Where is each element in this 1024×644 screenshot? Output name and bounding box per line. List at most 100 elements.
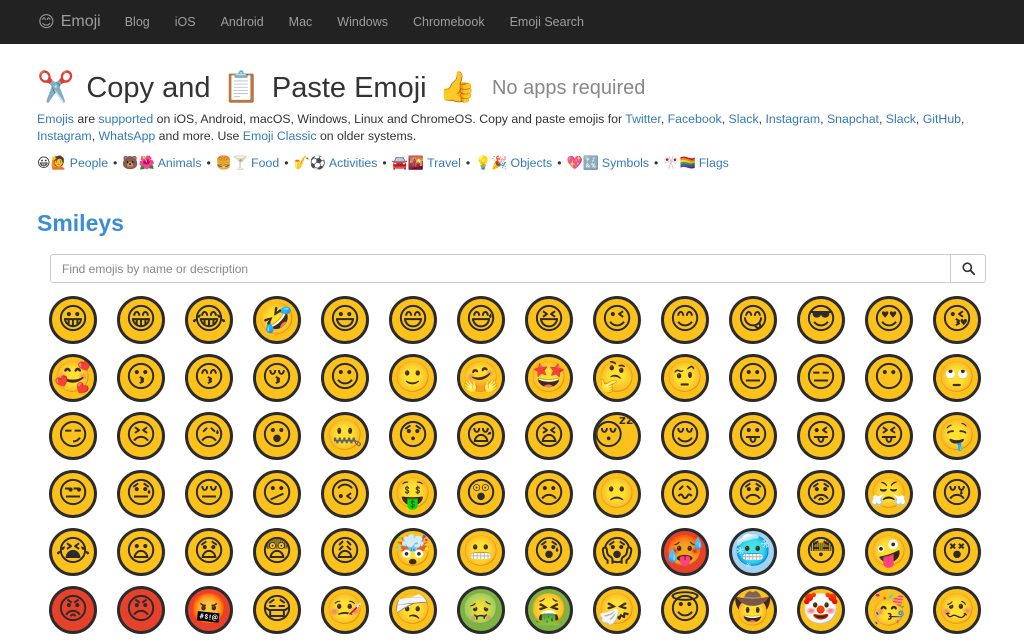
- link-instagram-2[interactable]: Instagram: [37, 129, 92, 143]
- nav-mac[interactable]: Mac: [289, 15, 313, 29]
- emoji-overheated-face[interactable]: 🥵: [651, 528, 719, 586]
- category-link[interactable]: Travel: [427, 156, 461, 170]
- emoji-face-with-stuck-out-tongue-and-tightly-closed-eyes[interactable]: 😝: [855, 412, 923, 470]
- emoji-smiling-face-with-sunglasses[interactable]: 😎: [787, 296, 855, 354]
- link-slack[interactable]: Slack: [729, 112, 759, 126]
- category-food[interactable]: 🍔🍸 Food: [216, 155, 279, 171]
- category-people[interactable]: 😀🙋 People: [37, 155, 108, 171]
- emoji-loudly-crying-face[interactable]: 😭: [39, 528, 107, 586]
- emoji-confused-face[interactable]: 😕: [243, 470, 311, 528]
- emoji-unamused-face[interactable]: 😒: [39, 470, 107, 528]
- link-instagram[interactable]: Instagram: [765, 112, 820, 126]
- search-input[interactable]: [50, 254, 951, 283]
- emoji-partying-face[interactable]: 🥳: [855, 586, 923, 644]
- emoji-face-screaming-in-fear[interactable]: 😱: [583, 528, 651, 586]
- emoji-thinking-face[interactable]: 🤔: [583, 354, 651, 412]
- link-snapchat[interactable]: Snapchat: [827, 112, 879, 126]
- category-link[interactable]: Activities: [329, 156, 378, 170]
- emoji-zipper-mouth-face[interactable]: 🤐: [311, 412, 379, 470]
- emoji-face-savouring-delicious-food[interactable]: 😋: [719, 296, 787, 354]
- emoji-grinning-face[interactable]: 😀: [39, 296, 107, 354]
- link-slack-2[interactable]: Slack: [886, 112, 916, 126]
- emoji-expressionless-face[interactable]: 😑: [787, 354, 855, 412]
- nav-windows[interactable]: Windows: [337, 15, 388, 29]
- emoji-face-with-tears-of-joy[interactable]: 😂: [175, 296, 243, 354]
- category-animals[interactable]: 🐻🌺 Animals: [122, 155, 201, 171]
- emoji-woozy-face[interactable]: 🥴: [923, 586, 991, 644]
- emoji-face-with-stuck-out-tongue[interactable]: 😛: [719, 412, 787, 470]
- category-link[interactable]: Animals: [158, 156, 202, 170]
- category-link[interactable]: Food: [251, 156, 279, 170]
- category-activities[interactable]: 🎷⚽ Activities: [294, 155, 378, 171]
- search-button[interactable]: [951, 254, 986, 283]
- category-link[interactable]: People: [70, 156, 108, 170]
- link-emoji-classic[interactable]: Emoji Classic: [243, 129, 317, 143]
- emoji-anguished-face[interactable]: 😧: [175, 528, 243, 586]
- emoji-sleepy-face[interactable]: 😪: [447, 412, 515, 470]
- link-github[interactable]: GitHub: [923, 112, 961, 126]
- emoji-fearful-face[interactable]: 😨: [243, 528, 311, 586]
- emoji-sleeping-face[interactable]: 😴: [583, 412, 651, 470]
- emoji-smiling-face-with-open-mouth-and-smiling-eyes[interactable]: 😄: [379, 296, 447, 354]
- emoji-disappointed-but-relieved-face[interactable]: 😥: [175, 412, 243, 470]
- emoji-smirking-face[interactable]: 😏: [39, 412, 107, 470]
- emoji-face-with-open-mouth-and-cold-sweat[interactable]: 😰: [515, 528, 583, 586]
- link-whatsapp[interactable]: WhatsApp: [99, 129, 156, 143]
- emoji-smiling-face-with-hearts[interactable]: 🥰: [39, 354, 107, 412]
- category-travel[interactable]: 🚘🌇 Travel: [392, 155, 461, 171]
- emoji-hushed-face[interactable]: 😯: [379, 412, 447, 470]
- emoji-flushed-face[interactable]: 😳: [787, 528, 855, 586]
- emoji-face-with-open-mouth[interactable]: 😮: [243, 412, 311, 470]
- emoji-tired-face[interactable]: 😫: [515, 412, 583, 470]
- nav-ios[interactable]: iOS: [175, 15, 196, 29]
- category-link[interactable]: Symbols: [602, 156, 649, 170]
- emoji-rolling-on-the-floor-laughing[interactable]: 🤣: [243, 296, 311, 354]
- emoji-neutral-face[interactable]: 😐: [719, 354, 787, 412]
- emoji-grinning-face-with-smiling-eyes[interactable]: 😁: [107, 296, 175, 354]
- emoji-clown-face[interactable]: 🤡: [787, 586, 855, 644]
- emoji-white-smiling-face[interactable]: ☺: [311, 354, 379, 412]
- emoji-smiling-face-with-heart-shaped-eyes[interactable]: 😍: [855, 296, 923, 354]
- emoji-face-with-look-of-triumph[interactable]: 😤: [855, 470, 923, 528]
- emoji-kissing-face[interactable]: 😗: [107, 354, 175, 412]
- emoji-dizzy-face[interactable]: 😵: [923, 528, 991, 586]
- emoji-face-with-medical-mask[interactable]: 😷: [243, 586, 311, 644]
- emoji-frowning-face-with-open-mouth[interactable]: 😦: [107, 528, 175, 586]
- emoji-worried-face[interactable]: 😟: [787, 470, 855, 528]
- link-facebook[interactable]: Facebook: [668, 112, 722, 126]
- emoji-star-struck[interactable]: 🤩: [515, 354, 583, 412]
- emoji-face-with-symbols-on-mouth[interactable]: 🤬: [175, 586, 243, 644]
- emoji-face-with-rolling-eyes[interactable]: 🙄: [923, 354, 991, 412]
- emoji-pouting-face[interactable]: 😡: [39, 586, 107, 644]
- emoji-winking-face[interactable]: 😉: [583, 296, 651, 354]
- emoji-disappointed-face[interactable]: 😞: [719, 470, 787, 528]
- emoji-weary-face[interactable]: 😩: [311, 528, 379, 586]
- emoji-slightly-smiling-face[interactable]: 🙂: [379, 354, 447, 412]
- emoji-smiling-face-with-open-mouth[interactable]: 😃: [311, 296, 379, 354]
- link-supported[interactable]: supported: [99, 112, 154, 126]
- link-twitter[interactable]: Twitter: [625, 112, 661, 126]
- emoji-face-throwing-a-kiss[interactable]: 😘: [923, 296, 991, 354]
- emoji-face-with-cold-sweat[interactable]: 😓: [107, 470, 175, 528]
- emoji-face-without-mouth[interactable]: 😶: [855, 354, 923, 412]
- emoji-cowboy-hat-face[interactable]: 🤠: [719, 586, 787, 644]
- nav-android[interactable]: Android: [221, 15, 264, 29]
- brand-link[interactable]: 😊 Emoji: [38, 12, 101, 32]
- emoji-kissing-face-with-smiling-eyes[interactable]: 😙: [175, 354, 243, 412]
- emoji-grimacing-face[interactable]: 😬: [447, 528, 515, 586]
- emoji-face-with-stuck-out-tongue-and-winking-eye[interactable]: 😜: [787, 412, 855, 470]
- emoji-smiling-face-with-smiling-eyes[interactable]: 😊: [651, 296, 719, 354]
- emoji-frowning-face[interactable]: ☹: [515, 470, 583, 528]
- emoji-shocked-face-with-exploding-head[interactable]: 🤯: [379, 528, 447, 586]
- nav-emoji-search[interactable]: Emoji Search: [510, 15, 584, 29]
- emoji-slightly-frowning-face[interactable]: 🙁: [583, 470, 651, 528]
- emoji-pensive-face[interactable]: 😔: [175, 470, 243, 528]
- emoji-freezing-face[interactable]: 🥶: [719, 528, 787, 586]
- emoji-confounded-face[interactable]: 😖: [651, 470, 719, 528]
- emoji-sneezing-face[interactable]: 🤧: [583, 586, 651, 644]
- link-emojis[interactable]: Emojis: [37, 112, 74, 126]
- emoji-crying-face[interactable]: 😢: [923, 470, 991, 528]
- emoji-nauseated-face[interactable]: 🤢: [447, 586, 515, 644]
- emoji-money-mouth-face[interactable]: 🤑: [379, 470, 447, 528]
- emoji-relieved-face[interactable]: 😌: [651, 412, 719, 470]
